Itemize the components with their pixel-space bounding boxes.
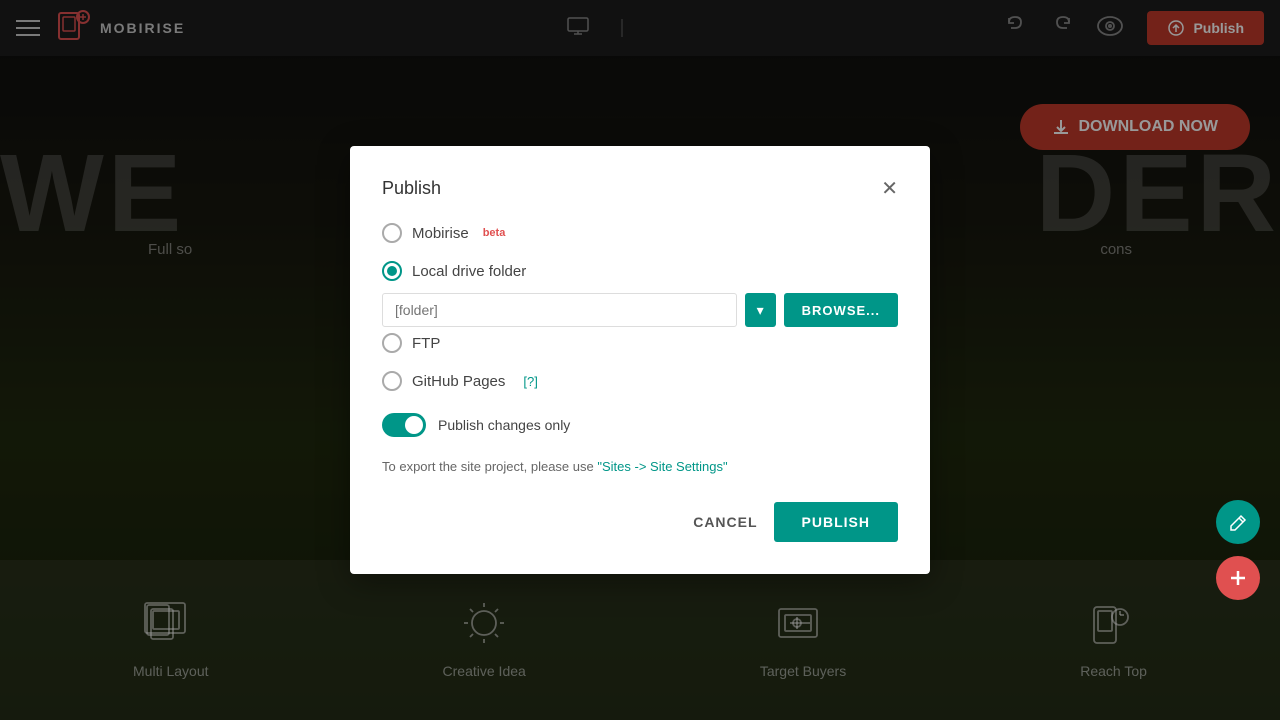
option-local-label: Local drive folder	[412, 263, 526, 280]
toggle-row: Publish changes only	[382, 413, 898, 437]
publish-button[interactable]: PUBLISH	[774, 502, 898, 542]
option-mobirise[interactable]: Mobirise beta	[382, 223, 898, 243]
modal-header: Publish ✕	[382, 178, 898, 199]
publish-changes-toggle[interactable]	[382, 413, 426, 437]
github-help-link[interactable]: [?]	[523, 374, 537, 389]
export-note-prefix: To export the site project, please use	[382, 459, 597, 474]
modal-footer: CANCEL PUBLISH	[382, 502, 898, 542]
folder-dropdown-button[interactable]: ▾	[745, 293, 776, 327]
option-ftp[interactable]: FTP	[382, 333, 898, 353]
option-local[interactable]: Local drive folder	[382, 261, 898, 281]
modal-close-button[interactable]: ✕	[881, 179, 898, 199]
option-github[interactable]: GitHub Pages [?]	[382, 371, 898, 391]
folder-row: ▾ BROWSE...	[382, 293, 898, 327]
beta-badge: beta	[483, 227, 506, 239]
add-fab-button[interactable]	[1216, 556, 1260, 600]
option-local-container: Local drive folder ▾ BROWSE...	[382, 261, 898, 327]
option-github-label: GitHub Pages	[412, 373, 505, 390]
radio-github	[382, 371, 402, 391]
cancel-button[interactable]: CANCEL	[693, 514, 757, 530]
export-note: To export the site project, please use "…	[382, 459, 898, 474]
radio-local	[382, 261, 402, 281]
folder-input[interactable]	[382, 293, 737, 327]
option-mobirise-label: Mobirise	[412, 225, 469, 242]
toggle-knob	[405, 416, 423, 434]
site-settings-link[interactable]: "Sites -> Site Settings"	[597, 459, 727, 474]
toggle-label: Publish changes only	[438, 417, 570, 433]
option-ftp-label: FTP	[412, 335, 440, 352]
publish-modal: Publish ✕ Mobirise beta Local drive fold…	[350, 146, 930, 574]
edit-fab-button[interactable]	[1216, 500, 1260, 544]
radio-mobirise	[382, 223, 402, 243]
radio-ftp	[382, 333, 402, 353]
browse-button[interactable]: BROWSE...	[784, 293, 898, 327]
modal-title: Publish	[382, 178, 441, 199]
